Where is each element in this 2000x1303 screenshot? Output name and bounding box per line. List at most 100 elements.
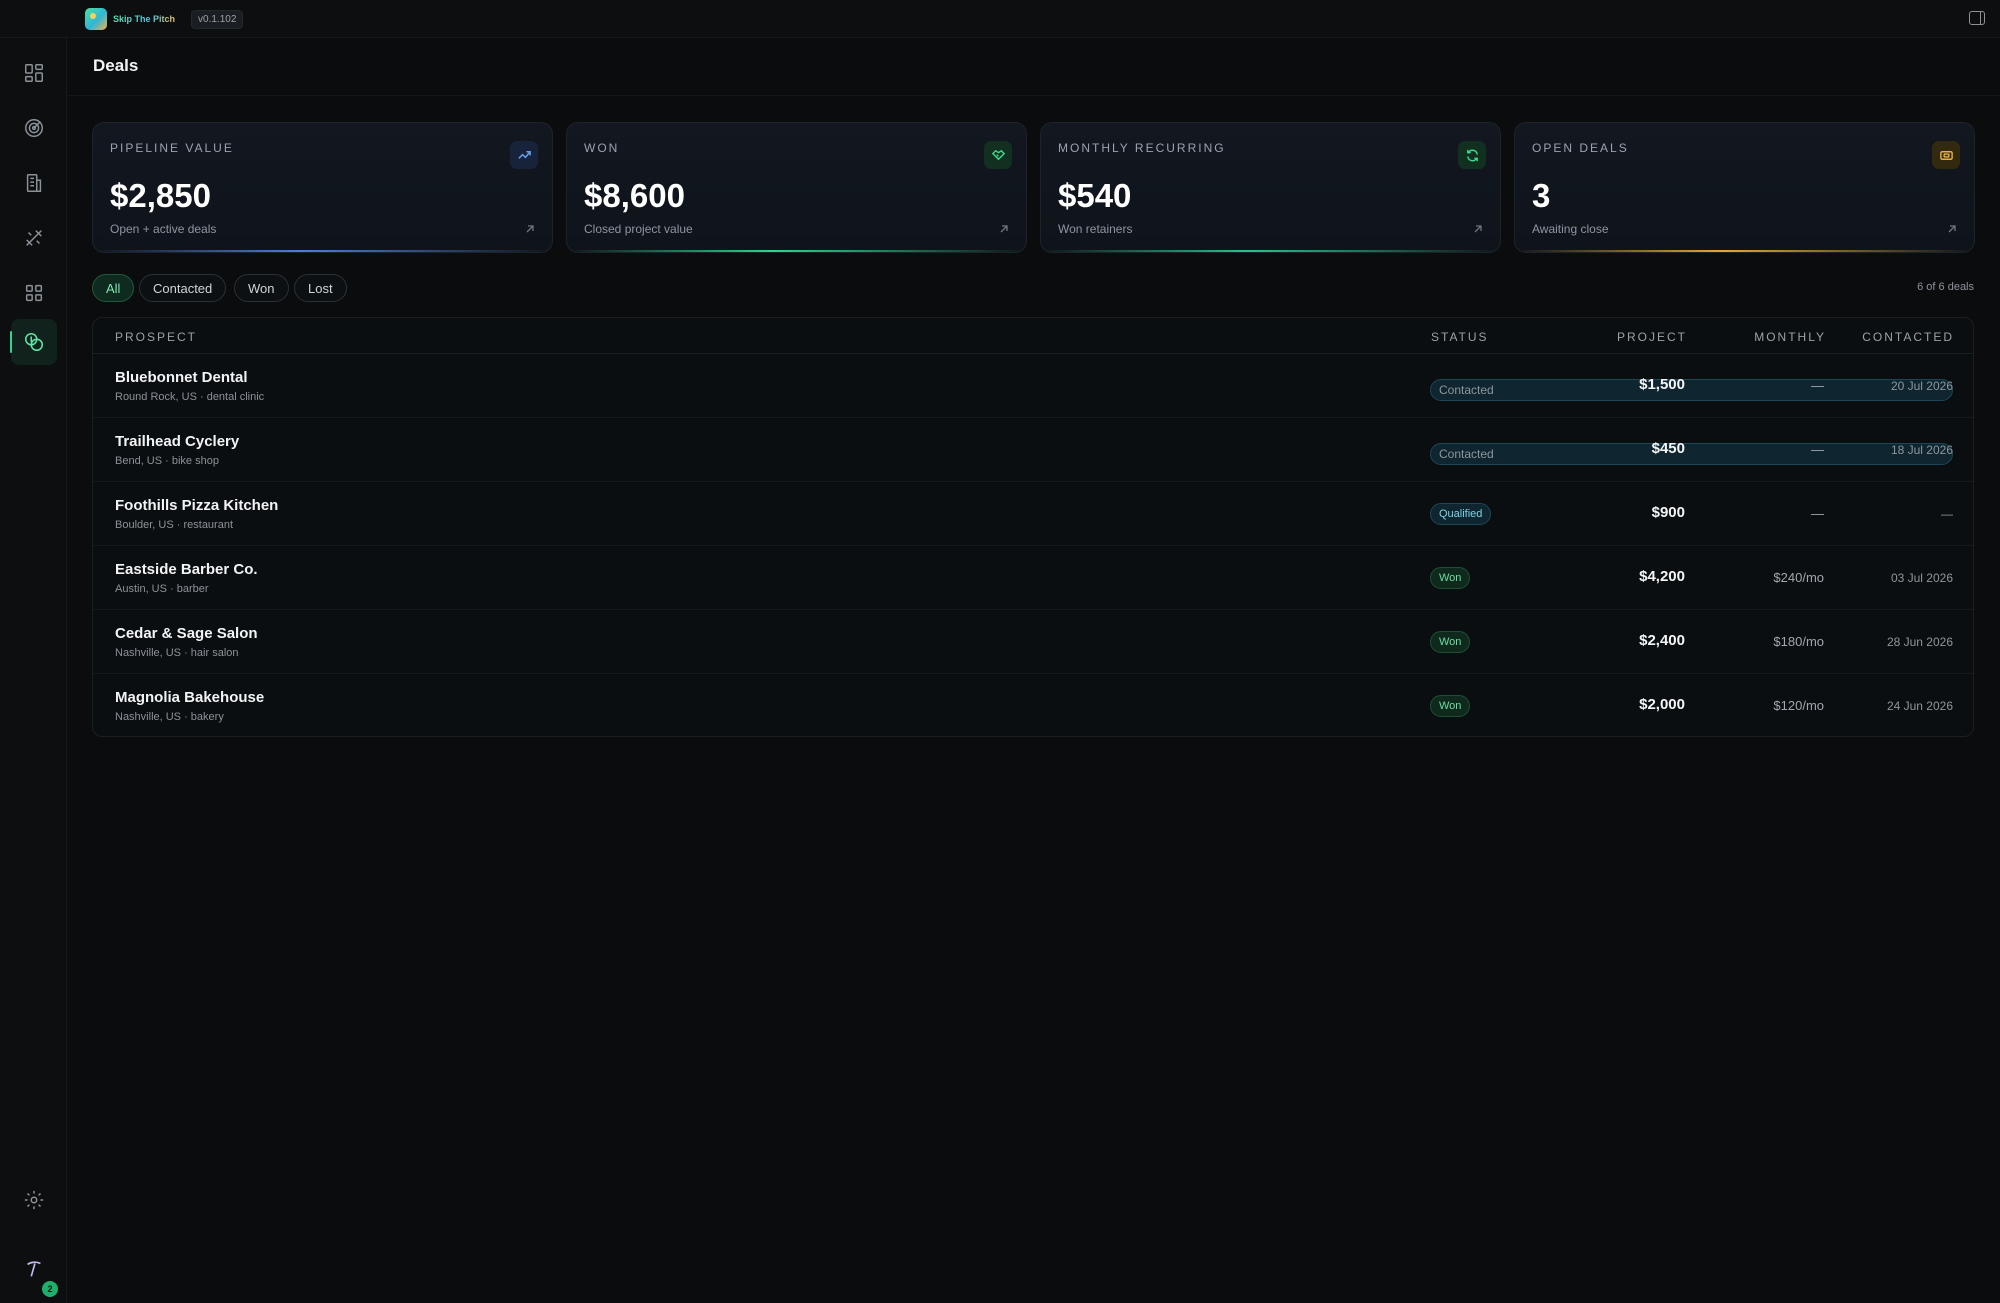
project-value: $4,200 (1639, 568, 1685, 585)
sidebar-item-apps[interactable] (11, 270, 57, 316)
brand-name: Skip The Pitch (113, 14, 176, 24)
stat-value: $2,850 (110, 177, 211, 214)
arrow-up-right-icon (1000, 225, 1008, 233)
prospect-name: Magnolia Bakehouse (115, 689, 265, 706)
table-row[interactable]: Cedar & Sage Salon Nashville, US · hair s… (93, 610, 1973, 674)
prospect-name: Eastside Barber Co. (115, 561, 258, 578)
sidebar-item-targets[interactable] (11, 105, 57, 151)
dashboard-icon (25, 64, 43, 82)
page-header: Deals (68, 38, 2000, 96)
contacted-date: 18 Jul 2026 (1890, 443, 1953, 457)
sidebar-item-dashboard[interactable] (11, 50, 57, 96)
project-value: $450 (1651, 440, 1685, 457)
version-badge: v0.1.102 (191, 9, 244, 29)
sidebar-item-deals[interactable] (10, 319, 57, 365)
stat-card-monthly-recurring[interactable]: MONTHLY RECURRING $540 Won retainers (1040, 122, 1501, 253)
prospect-name: Cedar & Sage Salon (115, 625, 258, 642)
stat-label: MONTHLY RECURRING (1058, 141, 1226, 155)
prospect-meta: Round Rock, US · dental clinic (115, 391, 265, 403)
stat-sub: Closed project value (584, 222, 693, 236)
card-accent-line (1515, 250, 1974, 252)
deal-count: 6 of 6 deals (1917, 281, 1974, 293)
arrow-up-right-icon (1474, 225, 1482, 233)
stat-label: OPEN DEALS (1532, 141, 1629, 155)
deals-table: PROSPECT STATUS PROJECT MONTHLY CONTACTE… (92, 317, 1974, 737)
table-row[interactable]: Trailhead Cyclery Bend, US · bike shop Con… (93, 418, 1973, 482)
project-value: $2,400 (1639, 632, 1685, 649)
arrow-up-right-icon (526, 225, 534, 233)
prospect-name: Trailhead Cyclery (115, 433, 240, 450)
prospect-meta: Boulder, US · restaurant (115, 519, 234, 531)
brand[interactable]: Skip The Pitch v0.1.102 (85, 7, 244, 31)
table-row[interactable]: Foothills Pizza Kitchen Boulder, US · res… (93, 482, 1973, 546)
filter-all[interactable]: All (92, 274, 135, 302)
status-badge: Qualified (1430, 503, 1492, 525)
monthly-value: — (1811, 442, 1824, 457)
monthly-value: — (1811, 378, 1824, 393)
gear-icon (24, 1190, 44, 1210)
stat-label: PIPELINE VALUE (110, 141, 234, 155)
top-bar: Skip The Pitch v0.1.102 (0, 0, 2000, 38)
status-badge: Won (1430, 631, 1471, 653)
arrow-up-right-icon (1948, 225, 1956, 233)
notification-badge: 2 (42, 1281, 58, 1297)
filter-lost[interactable]: Lost (294, 274, 347, 302)
stat-sub: Open + active deals (110, 222, 217, 236)
stat-value: $8,600 (584, 177, 685, 214)
contacted-date: 03 Jul 2026 (1890, 571, 1953, 585)
table-row[interactable]: Eastside Barber Co. Austin, US · barber Wo… (93, 546, 1973, 610)
status-badge: Contacted (1430, 443, 1953, 465)
stat-label: WON (584, 141, 620, 155)
trend-up-icon (510, 141, 538, 169)
deals-coins-icon (24, 332, 44, 352)
building-icon (26, 174, 42, 192)
refresh-icon (1458, 141, 1486, 169)
settings-button[interactable] (11, 1177, 57, 1223)
app-logo-icon (85, 8, 107, 30)
project-value: $2,000 (1639, 696, 1685, 713)
contacted-date: — (1941, 507, 1953, 521)
column-header-status[interactable]: STATUS (1431, 330, 1489, 344)
monthly-value: — (1811, 506, 1824, 521)
column-header-prospect[interactable]: PROSPECT (115, 330, 197, 344)
table-row[interactable]: Magnolia Bakehouse Nashville, US · bakery… (93, 674, 1973, 736)
monthly-value: $180/mo (1773, 634, 1824, 649)
status-badge: Contacted (1430, 379, 1953, 401)
pickaxe-user-icon (27, 1261, 41, 1277)
contacted-date: 28 Jun 2026 (1886, 635, 1953, 649)
stat-sub: Awaiting close (1532, 222, 1609, 236)
prospect-meta: Austin, US · barber (115, 583, 209, 595)
panel-toggle-icon[interactable] (1969, 11, 1985, 25)
tools-icon (26, 230, 42, 246)
sidebar-item-tools[interactable] (11, 215, 57, 261)
column-header-contacted[interactable]: CONTACTED (1862, 330, 1954, 344)
prospect-name: Foothills Pizza Kitchen (115, 497, 279, 514)
monthly-value: $240/mo (1773, 570, 1824, 585)
contacted-date: 20 Jul 2026 (1890, 379, 1953, 393)
page-title: Deals (93, 56, 139, 75)
status-badge: Won (1430, 567, 1471, 589)
stat-value: 3 (1532, 177, 1551, 214)
handshake-icon (984, 141, 1012, 169)
table-row[interactable]: Bluebonnet Dental Round Rock, US · dental… (93, 354, 1973, 418)
column-header-project[interactable]: PROJECT (1617, 330, 1687, 344)
contacted-date: 24 Jun 2026 (1886, 699, 1953, 713)
ticket-icon (1932, 141, 1960, 169)
stat-sub: Won retainers (1058, 222, 1133, 236)
monthly-value: $120/mo (1773, 698, 1824, 713)
stat-card-open-deals[interactable]: OPEN DEALS 3 Awaiting close (1514, 122, 1975, 253)
filter-won[interactable]: Won (234, 274, 289, 302)
sidebar-item-companies[interactable] (11, 160, 57, 206)
stat-card-won[interactable]: WON $8,600 Closed project value (566, 122, 1027, 253)
sidebar: 2 (0, 38, 67, 1303)
apps-grid-icon (25, 284, 43, 302)
status-badge: Won (1430, 695, 1471, 717)
prospect-name: Bluebonnet Dental (115, 369, 248, 386)
project-value: $1,500 (1639, 376, 1685, 393)
stat-card-pipeline-value[interactable]: PIPELINE VALUE $2,850 Open + active deal… (92, 122, 553, 253)
stat-value: $540 (1058, 177, 1132, 214)
card-accent-line (567, 250, 1026, 252)
column-header-monthly[interactable]: MONTHLY (1754, 330, 1826, 344)
filter-contacted[interactable]: Contacted (139, 274, 227, 302)
prospect-meta: Nashville, US · hair salon (115, 647, 239, 659)
